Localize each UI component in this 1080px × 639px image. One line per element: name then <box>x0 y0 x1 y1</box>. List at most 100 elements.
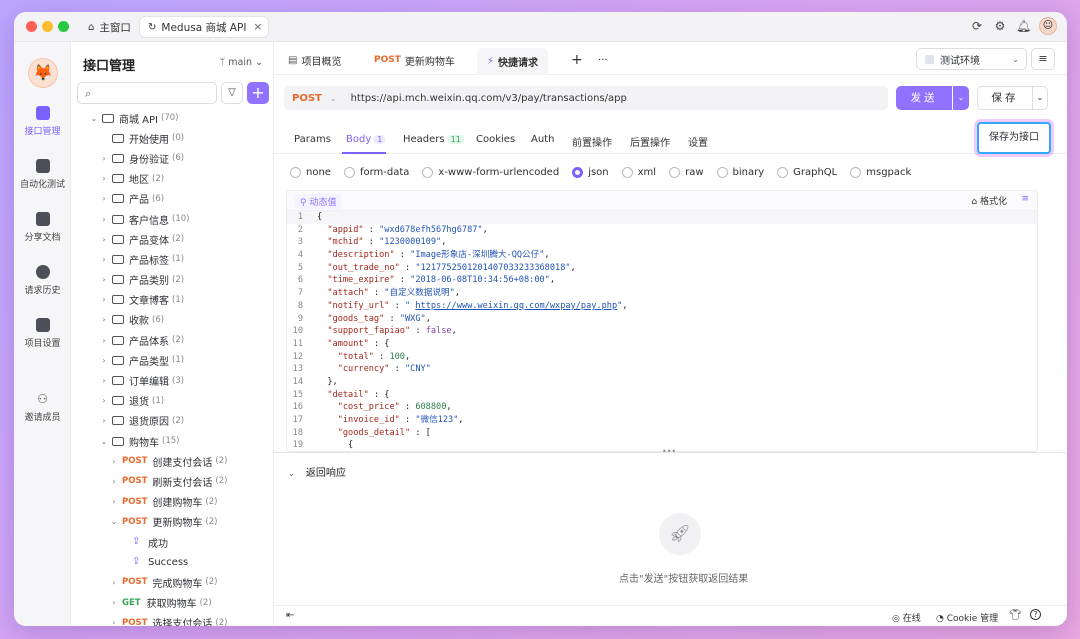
send-button[interactable]: 发送 <box>896 86 952 110</box>
url-input[interactable]: https://api.mch.weixin.qq.com/v3/pay/tra… <box>351 93 627 104</box>
help-icon[interactable]: ? <box>1030 609 1041 620</box>
body-type-radio[interactable]: GraphQL <box>777 166 837 178</box>
tree-item[interactable]: › 订单编辑 (3) <box>71 370 273 390</box>
code-line[interactable]: 13 "currency" : "CNY" <box>287 363 1037 376</box>
rail-item-automation[interactable]: 自动化测试 <box>14 159 71 190</box>
chevron-right-icon[interactable]: › <box>109 457 119 466</box>
tree-item[interactable]: ⌄ 购物车 (15) <box>71 431 273 451</box>
gear-icon[interactable]: ⚙ <box>993 19 1007 33</box>
chevron-right-icon[interactable]: › <box>99 336 109 345</box>
response-header[interactable]: ⌄ 返回响应 <box>288 464 346 479</box>
save-options-button[interactable]: ⌄ <box>1032 86 1048 110</box>
format-button[interactable]: ⌂ 格式化 <box>971 194 1007 207</box>
chevron-right-icon[interactable]: › <box>99 174 109 183</box>
maximize-window-button[interactable] <box>58 21 69 32</box>
close-tab-icon[interactable]: × <box>253 20 262 33</box>
rail-item-share-docs[interactable]: 分享文档 <box>14 212 71 243</box>
code-line[interactable]: 3 "mchid" : "1230000109", <box>287 236 1037 249</box>
send-options-button[interactable]: ⌄ <box>953 86 969 110</box>
add-button[interactable]: + <box>247 82 269 104</box>
rail-item-api-management[interactable]: 接口管理 <box>14 106 71 137</box>
tree-item[interactable]: › GET 获取购物车 (2) <box>71 593 273 613</box>
tree-item[interactable]: › 收款 (6) <box>71 310 273 330</box>
subtab-auth[interactable]: Auth <box>531 134 554 145</box>
chevron-down-icon[interactable]: ⌄ <box>109 517 119 526</box>
tree-item[interactable]: ⇪ 成功 <box>71 532 273 552</box>
tree-item[interactable]: 开始使用 (0) <box>71 128 273 148</box>
chevron-right-icon[interactable]: › <box>99 356 109 365</box>
subtab-headers[interactable]: Headers 11 <box>403 134 464 145</box>
rail-item-project-settings[interactable]: 项目设置 <box>14 318 71 349</box>
code-area[interactable]: 1{2 "appid" : "wxd678efh567hg6787", 3 "mc… <box>287 211 1037 451</box>
tree-item[interactable]: › POST 完成购物车 (2) <box>71 572 273 592</box>
radio-circle[interactable] <box>343 166 355 178</box>
user-avatar[interactable]: ☺ <box>1039 17 1057 35</box>
chevron-right-icon[interactable]: › <box>99 255 109 264</box>
subtab-settings[interactable]: 设置 <box>688 134 708 149</box>
code-line[interactable]: 8 "notify_url" : " https://www.weixin.qq… <box>287 300 1037 313</box>
environment-selector[interactable]: 测试环境 ⌄ <box>916 48 1027 70</box>
tree-item[interactable]: ⌄ 商城 API (70) <box>71 108 273 128</box>
code-line[interactable]: 18 "goods_detail" : [ <box>287 427 1037 440</box>
code-line[interactable]: 9 "goods_tag" : "WXG", <box>287 313 1037 326</box>
chevron-right-icon[interactable]: › <box>99 194 109 203</box>
code-line[interactable]: 12 "total" : 100, <box>287 351 1037 364</box>
tree-item[interactable]: › 产品标签 (1) <box>71 249 273 269</box>
tree-item[interactable]: › POST 创建支付会话 (2) <box>71 451 273 471</box>
chevron-down-icon[interactable]: ⌄ <box>89 114 99 123</box>
chevron-right-icon[interactable]: › <box>99 154 109 163</box>
more-tabs-button[interactable]: ··· <box>598 50 608 70</box>
tree-item[interactable]: › 退货原因 (2) <box>71 411 273 431</box>
radio-circle[interactable] <box>621 166 633 178</box>
tree-item[interactable]: › 地区 (2) <box>71 169 273 189</box>
sync-icon[interactable]: ⟳ <box>970 19 984 33</box>
subtab-cookies[interactable]: Cookies <box>476 134 515 145</box>
body-type-radio[interactable]: raw <box>669 166 704 178</box>
tab-quick-request[interactable]: ⚡︎ 快捷请求 <box>477 48 549 75</box>
resize-handle-icon[interactable]: ••• <box>662 447 676 456</box>
cookie-manager-button[interactable]: ◔ Cookie 管理 <box>936 611 998 624</box>
subtab-pre-request[interactable]: 前置操作 <box>572 134 612 149</box>
tree-item[interactable]: › 产品类型 (1) <box>71 350 273 370</box>
chevron-right-icon[interactable]: › <box>99 416 109 425</box>
radio-circle[interactable] <box>850 166 862 178</box>
window-tab-home[interactable]: ⌂ 主窗口 <box>80 16 139 38</box>
branch-selector[interactable]: ᛘ main ⌄ <box>220 57 263 68</box>
chevron-right-icon[interactable]: › <box>109 598 119 607</box>
window-tab-project[interactable]: ↻ Medusa 商城 API × <box>139 16 270 38</box>
code-line[interactable]: 14 }, <box>287 376 1037 389</box>
search-input[interactable]: ⌕ <box>77 82 217 104</box>
body-type-radio[interactable]: json <box>572 166 609 178</box>
tree-item[interactable]: › 文章博客 (1) <box>71 290 273 310</box>
radio-circle[interactable] <box>422 166 434 178</box>
tree-item[interactable]: › POST 选择支付会话 (2) <box>71 613 273 626</box>
collapse-sidebar-icon[interactable]: ⇤ <box>286 610 294 621</box>
rail-item-invite[interactable]: ⚇ 邀请成员 <box>14 392 71 423</box>
tab-update-cart[interactable]: POST 更新购物车 <box>374 50 455 70</box>
chevron-right-icon[interactable]: › <box>99 275 109 284</box>
tab-project-overview[interactable]: ▤ 项目概览 <box>288 50 341 70</box>
url-bar[interactable]: POST ⌄ https://api.mch.weixin.qq.com/v3/… <box>284 86 888 110</box>
minimize-window-button[interactable] <box>42 21 53 32</box>
body-type-radio[interactable]: form-data <box>343 166 409 178</box>
code-line[interactable]: 2 "appid" : "wxd678efh567hg6787", <box>287 224 1037 237</box>
tree-item[interactable]: ⇪ Success <box>71 552 273 572</box>
tree-item[interactable]: › POST 创建购物车 (2) <box>71 492 273 512</box>
radio-circle[interactable] <box>716 166 728 178</box>
chevron-right-icon[interactable]: › <box>109 618 119 626</box>
code-line[interactable]: 7 "attach" : "自定义数据说明", <box>287 287 1037 300</box>
tree-item[interactable]: › 客户信息 (10) <box>71 209 273 229</box>
tree-item[interactable]: › 身份验证 (6) <box>71 148 273 168</box>
save-button[interactable]: 保存 <box>977 86 1033 110</box>
theme-icon[interactable]: 👕︎ <box>1009 610 1022 621</box>
menu-button[interactable]: ≡ <box>1031 48 1055 70</box>
tree-item[interactable]: › 产品 (6) <box>71 189 273 209</box>
code-line[interactable]: 15 "detail" : { <box>287 389 1037 402</box>
body-type-radio[interactable]: x-www-form-urlencoded <box>422 166 559 178</box>
tree-item[interactable]: › 产品变体 (2) <box>71 229 273 249</box>
chevron-right-icon[interactable]: › <box>99 235 109 244</box>
chevron-down-icon[interactable]: ⌄ <box>99 437 109 446</box>
radio-circle[interactable] <box>777 166 789 178</box>
code-line[interactable]: 11 "amount" : { <box>287 338 1037 351</box>
subtab-post-request[interactable]: 后置操作 <box>630 134 670 149</box>
